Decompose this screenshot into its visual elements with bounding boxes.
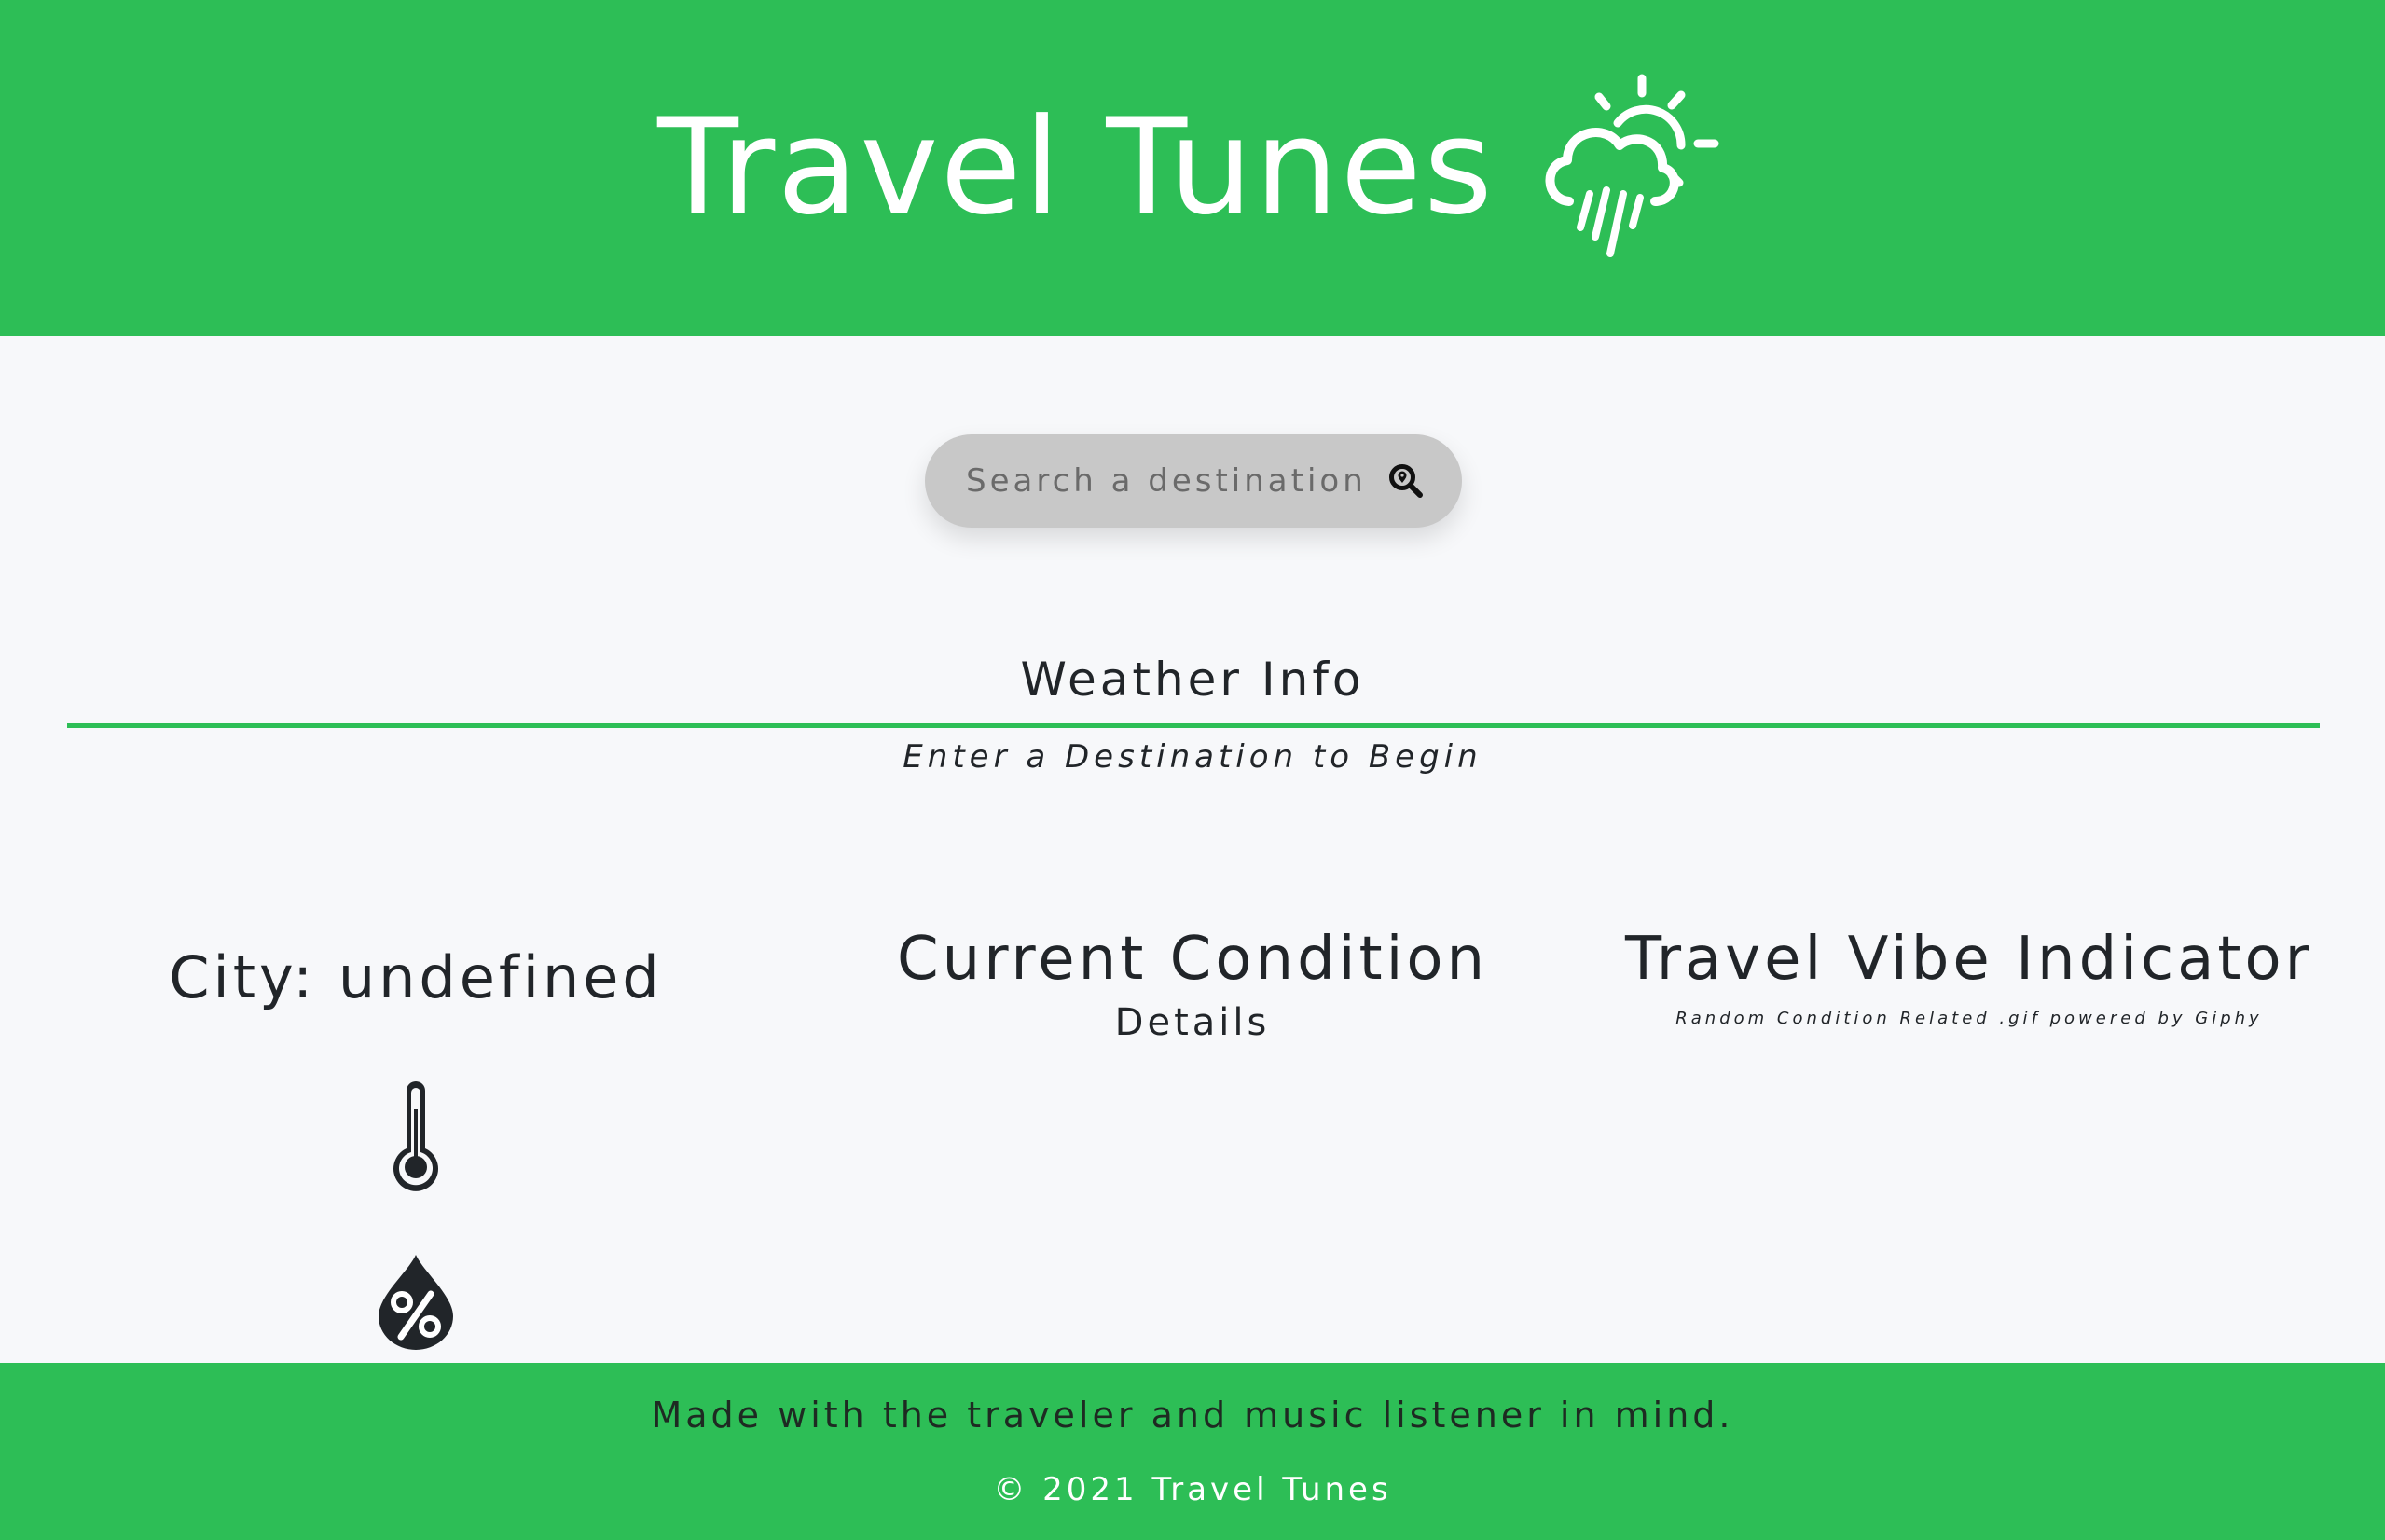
footer-copyright: © 2021 Travel Tunes: [993, 1471, 1392, 1508]
city-label: City: undefined: [169, 943, 663, 1011]
vibe-title: Travel Vibe Indicator: [1625, 925, 2313, 994]
search-location-icon: [1389, 464, 1423, 498]
weather-info-title: Weather Info: [1020, 653, 1365, 707]
search-input[interactable]: [966, 453, 1384, 509]
cloud-sun-rain-icon: [1545, 74, 1719, 257]
humidity-percent-drop-icon: [379, 1255, 453, 1350]
site-header: Travel Tunes: [0, 0, 2385, 336]
search-button[interactable]: [1384, 459, 1428, 503]
brand: Travel Tunes: [0, 74, 2385, 257]
search-bar: [925, 434, 1462, 528]
weather-info-subtitle: Enter a Destination to Begin: [903, 738, 1482, 776]
site-footer: Made with the traveler and music listene…: [0, 1363, 2385, 1540]
condition-details: Details: [1114, 1001, 1271, 1044]
footer-text: Made with the traveler and music listene…: [651, 1395, 1734, 1436]
divider: [67, 723, 2320, 728]
app-title: Travel Tunes: [657, 90, 1495, 244]
condition-title: Current Condition: [896, 925, 1489, 994]
thermometer-icon: [393, 1081, 438, 1191]
vibe-caption: Random Condition Related .gif powered by…: [1675, 1009, 2263, 1028]
